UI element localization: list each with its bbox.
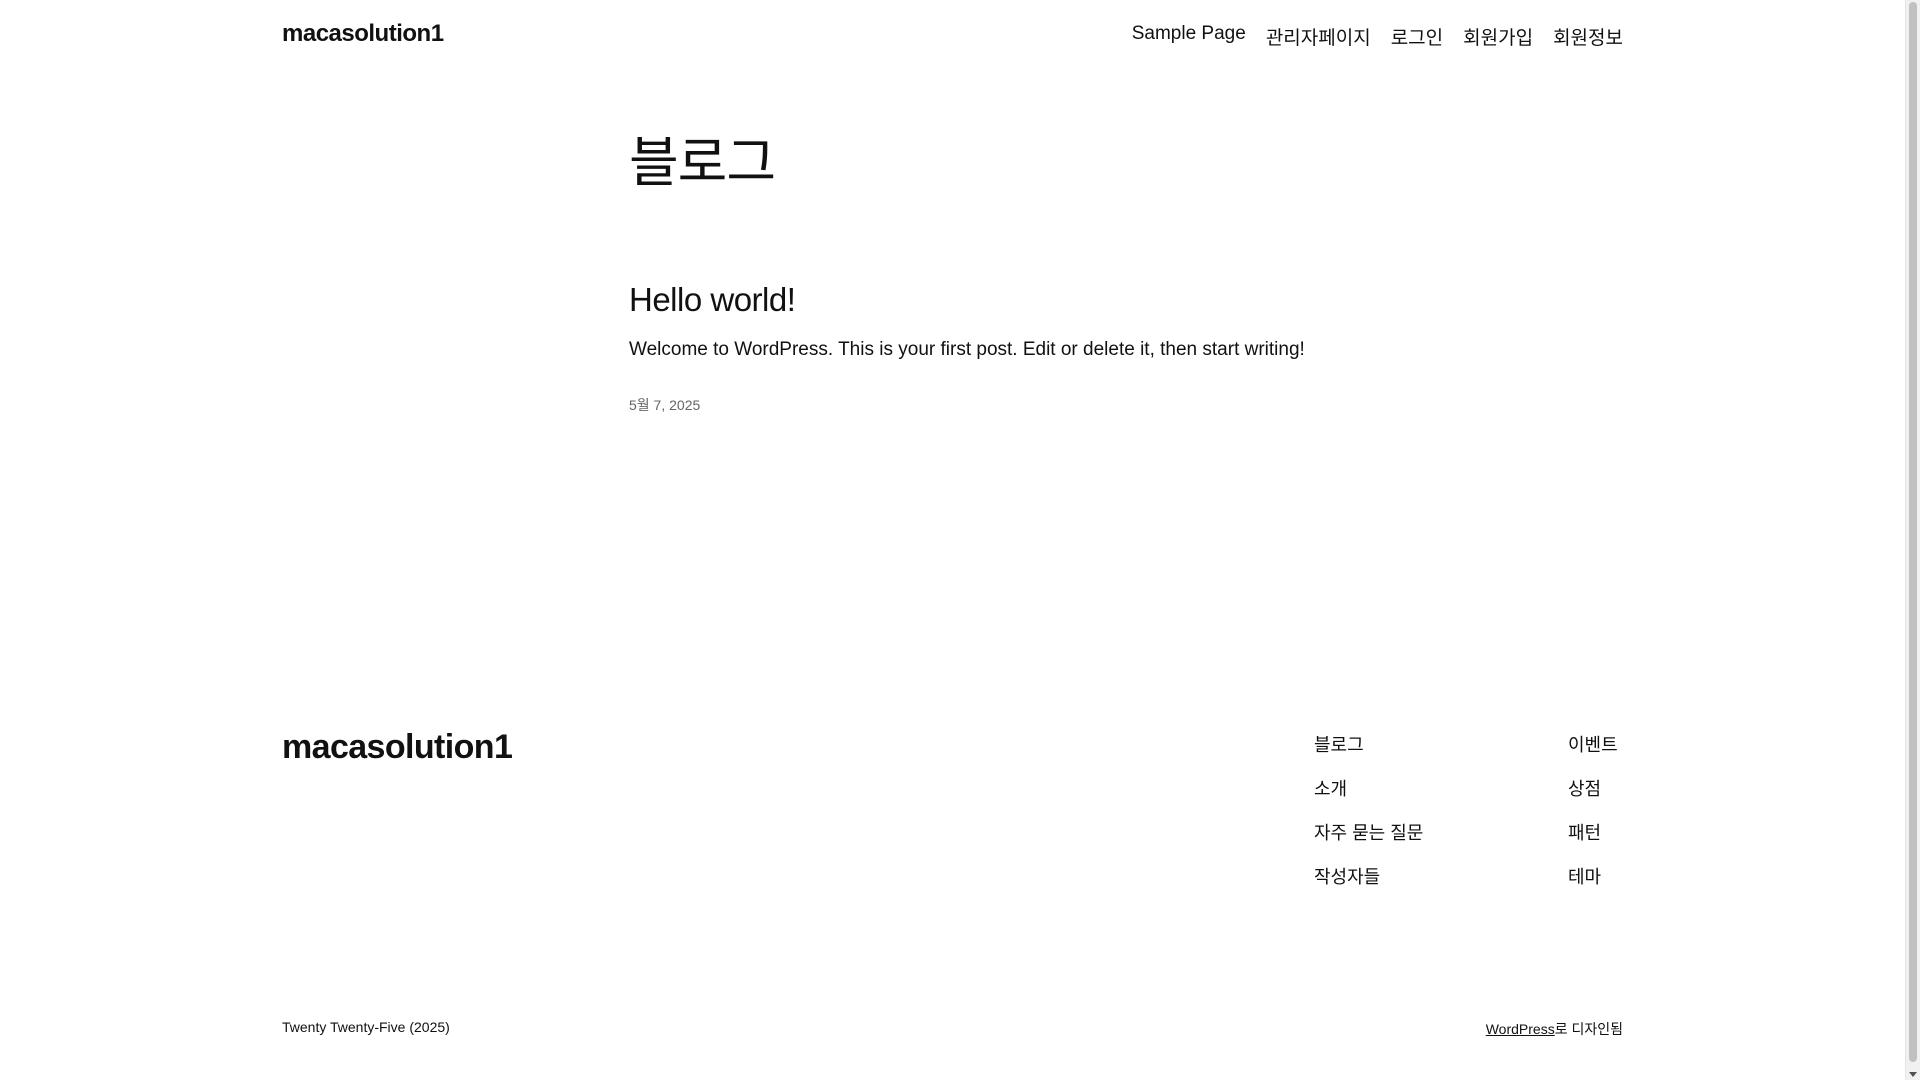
- page-title: 블로그: [629, 133, 776, 193]
- footer-link-themes[interactable]: 테마: [1568, 865, 1618, 909]
- footer-link-authors[interactable]: 작성자들: [1314, 865, 1423, 909]
- page: macasolution1 Sample Page 관리자페이지 로그인 회원가…: [0, 0, 1905, 1080]
- footer-link-about[interactable]: 소개: [1314, 777, 1423, 821]
- post-excerpt: Welcome to WordPress. This is your first…: [629, 339, 1305, 360]
- credit-suffix: 로 디자인됨: [1554, 1021, 1623, 1037]
- footer-link-faq[interactable]: 자주 묻는 질문: [1314, 821, 1423, 865]
- footer-link-blog[interactable]: 블로그: [1314, 733, 1423, 777]
- scrollbar-thumb[interactable]: [1909, 2, 1917, 1062]
- powered-by-credit: WordPress로 디자인됨: [1486, 1019, 1623, 1039]
- wordpress-link[interactable]: WordPress: [1486, 1021, 1555, 1037]
- footer-link-events[interactable]: 이벤트: [1568, 733, 1618, 777]
- post-title-link[interactable]: Hello world!: [629, 283, 796, 316]
- site-title-link[interactable]: macasolution1: [282, 20, 444, 48]
- footer-link-shop[interactable]: 상점: [1568, 777, 1618, 821]
- vertical-scrollbar[interactable]: [1905, 0, 1920, 1080]
- scroll-down-arrow-icon[interactable]: [1909, 1072, 1917, 1077]
- footer-nav-column-2: 이벤트 상점 패턴 테마: [1568, 733, 1618, 909]
- nav-item-login[interactable]: 로그인: [1391, 23, 1443, 50]
- footer-nav-column-1: 블로그 소개 자주 묻는 질문 작성자들: [1314, 733, 1423, 909]
- nav-item-admin-page[interactable]: 관리자페이지: [1266, 23, 1371, 50]
- nav-item-signup[interactable]: 회원가입: [1463, 23, 1533, 50]
- main-navigation: Sample Page 관리자페이지 로그인 회원가입 회원정보: [1132, 23, 1623, 50]
- footer-site-title-link[interactable]: macasolution1: [282, 728, 513, 766]
- footer-link-patterns[interactable]: 패턴: [1568, 821, 1618, 865]
- post-date[interactable]: 5월 7, 2025: [629, 395, 700, 415]
- theme-credit: Twenty Twenty-Five (2025): [282, 1019, 450, 1035]
- nav-item-sample-page[interactable]: Sample Page: [1132, 23, 1246, 50]
- nav-item-member-info[interactable]: 회원정보: [1553, 23, 1623, 50]
